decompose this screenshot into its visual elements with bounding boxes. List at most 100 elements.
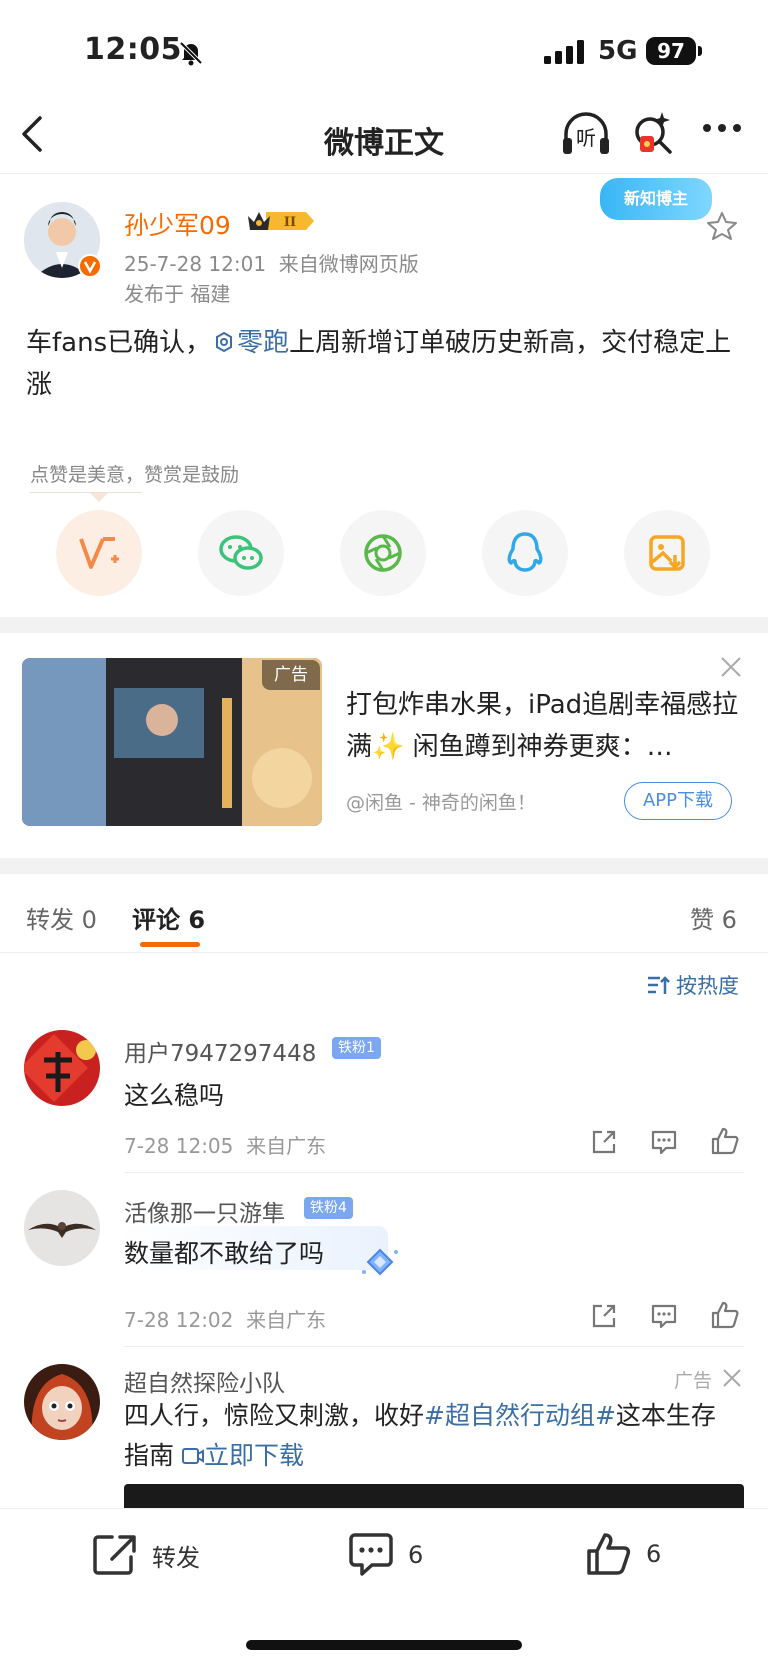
tab-repost-count: 0: [81, 906, 97, 934]
bottom-comment-count: 6: [408, 1541, 424, 1569]
video-icon: [181, 1448, 204, 1464]
comment-reply-icon[interactable]: [650, 1128, 678, 1160]
commenter-avatar[interactable]: [24, 1030, 100, 1106]
topic-icon: [216, 331, 233, 353]
comment-user-1[interactable]: 用户7947297448: [124, 1034, 316, 1068]
ad-comment-download-link[interactable]: 立即下载: [181, 1441, 304, 1470]
author-name[interactable]: 孙少军09: [124, 206, 231, 242]
ad-comment-text: 四人行，惊险又刺激，收好#超自然行动组#这本生存指南 立即下载: [124, 1396, 724, 1476]
new-blogger-badge: 新知博主: [600, 178, 712, 220]
fan-badge-label-2: 铁粉4: [304, 1197, 353, 1219]
active-tab-indicator: [140, 942, 200, 947]
reward-hint-underline: [30, 492, 142, 493]
comment-meta-2: 7-28 12:02 来自广东: [124, 1304, 326, 1333]
cellular-signal-icon: [544, 40, 586, 64]
battery-indicator: 97: [646, 37, 696, 65]
post-time-source: 25-7-28 12:01 来自微博网页版: [124, 248, 419, 277]
topic-link[interactable]: 零跑: [211, 328, 289, 358]
section-divider: [0, 858, 768, 874]
bottom-like-count: 6: [646, 1540, 662, 1568]
share-moments-button[interactable]: [340, 510, 426, 596]
level-badge[interactable]: II: [246, 208, 316, 234]
ad-source: @闲鱼 - 神奇的闲鱼！: [346, 792, 536, 814]
comment-location-1: 来自广东: [246, 1134, 327, 1158]
post-text-prefix: 车fans已确认，: [26, 328, 212, 358]
comment-reply-icon[interactable]: [650, 1302, 678, 1334]
reward-button[interactable]: [56, 510, 142, 596]
tab-likes-label: 赞: [690, 906, 714, 934]
comment-share-icon[interactable]: [590, 1302, 618, 1334]
fan-badge-2: 铁粉4: [304, 1197, 353, 1219]
tab-likes[interactable]: 赞 6: [690, 900, 737, 935]
tab-repost[interactable]: 转发 0: [26, 900, 97, 935]
favorite-star-icon[interactable]: [706, 210, 738, 246]
bottom-comment-button[interactable]: 6: [348, 1533, 423, 1577]
sort-toggle[interactable]: 按热度: [646, 970, 739, 1000]
tab-comments-label: 评论: [132, 906, 180, 934]
reward-v-icon: [79, 537, 119, 569]
tabs-divider: [0, 952, 768, 953]
bell-muted-icon: [178, 40, 204, 66]
comment-text-1: 这么稳吗: [124, 1081, 225, 1110]
comment-user-2[interactable]: 活像那一只游隼: [124, 1194, 285, 1228]
battery-tip: [698, 46, 702, 56]
tab-comments[interactable]: 评论 6: [132, 900, 205, 935]
bottom-repost-button[interactable]: 转发: [92, 1533, 200, 1577]
bottom-repost-label: 转发: [152, 1543, 200, 1572]
ad-comment-text-prefix: 四人行，惊险又刺激，收好: [124, 1401, 425, 1430]
listen-icon-label: 听: [576, 126, 596, 150]
app-download-button[interactable]: APP下载: [624, 782, 732, 820]
home-indicator: [246, 1640, 522, 1650]
ad-comment-user[interactable]: 超自然探险小队: [124, 1364, 285, 1398]
post-text: 车fans已确认， 零跑上周新增订单破历史新高，交付稳定上涨: [26, 322, 746, 406]
status-time: 12:05: [84, 32, 182, 67]
comment-share-icon[interactable]: [590, 1128, 618, 1160]
comment-meta-1: 7-28 12:05 来自广东: [124, 1130, 326, 1159]
share-wechat-button[interactable]: [198, 510, 284, 596]
comment-divider: [124, 1172, 744, 1173]
ad-badge: 广告: [262, 660, 320, 690]
ad-comment-media[interactable]: [124, 1484, 744, 1508]
repost-icon: [93, 1535, 136, 1575]
commenter-avatar[interactable]: [24, 1190, 100, 1266]
comment-divider: [124, 1346, 744, 1347]
ai-search-icon[interactable]: [632, 108, 676, 160]
tab-repost-label: 转发: [26, 906, 74, 934]
comment-like-icon[interactable]: [710, 1126, 740, 1160]
save-image-button[interactable]: [624, 510, 710, 596]
ad-title[interactable]: 打包炸串水果，iPad追剧幸福感拉满✨ 闲鱼蹲到神券更爽：…: [346, 684, 742, 768]
sort-icon: [648, 976, 670, 994]
status-bar: 12:05 5G 97: [0, 0, 768, 100]
post-timestamp: 25-7-28 12:01: [124, 252, 267, 276]
bottom-like-button[interactable]: 6: [586, 1531, 661, 1577]
fan-badge-1: 铁粉1: [332, 1037, 381, 1059]
nav-bar: 微博正文 听: [0, 100, 768, 174]
qq-penguin-icon: [507, 532, 543, 572]
verified-badge-icon: [78, 254, 102, 278]
post-location: 发布于 福建: [124, 282, 231, 306]
comment-icon: [349, 1533, 393, 1576]
listen-icon[interactable]: 听: [560, 110, 612, 160]
ad-comment-close-icon[interactable]: [722, 1368, 742, 1392]
tab-comments-count: 6: [188, 906, 206, 934]
moments-aperture-icon: [364, 534, 402, 572]
wechat-icon: [219, 535, 263, 570]
reward-hint-pointer: [90, 493, 108, 502]
share-qq-button[interactable]: [482, 510, 568, 596]
svg-text:II: II: [284, 215, 296, 230]
diamond-decoration-icon: [360, 1244, 402, 1286]
fan-badge-label-1: 铁粉1: [332, 1037, 381, 1059]
sort-label: 按热度: [676, 974, 739, 998]
ad-commenter-avatar[interactable]: [24, 1364, 100, 1440]
comment-location-2: 来自广东: [246, 1308, 327, 1332]
comment-like-icon[interactable]: [710, 1300, 740, 1334]
network-type: 5G: [598, 36, 638, 66]
more-icon[interactable]: [702, 122, 742, 134]
post-source: 来自微博网页版: [278, 252, 419, 276]
ad-comment-tag[interactable]: #超自然行动组#: [424, 1401, 616, 1430]
ad-close-icon[interactable]: [720, 656, 742, 682]
save-image-icon: [649, 535, 685, 571]
comment-time-1: 7-28 12:05: [124, 1134, 234, 1158]
ad-comment-download-label: 立即下载: [203, 1441, 304, 1470]
ad-comment-badge: 广告: [674, 1370, 713, 1392]
